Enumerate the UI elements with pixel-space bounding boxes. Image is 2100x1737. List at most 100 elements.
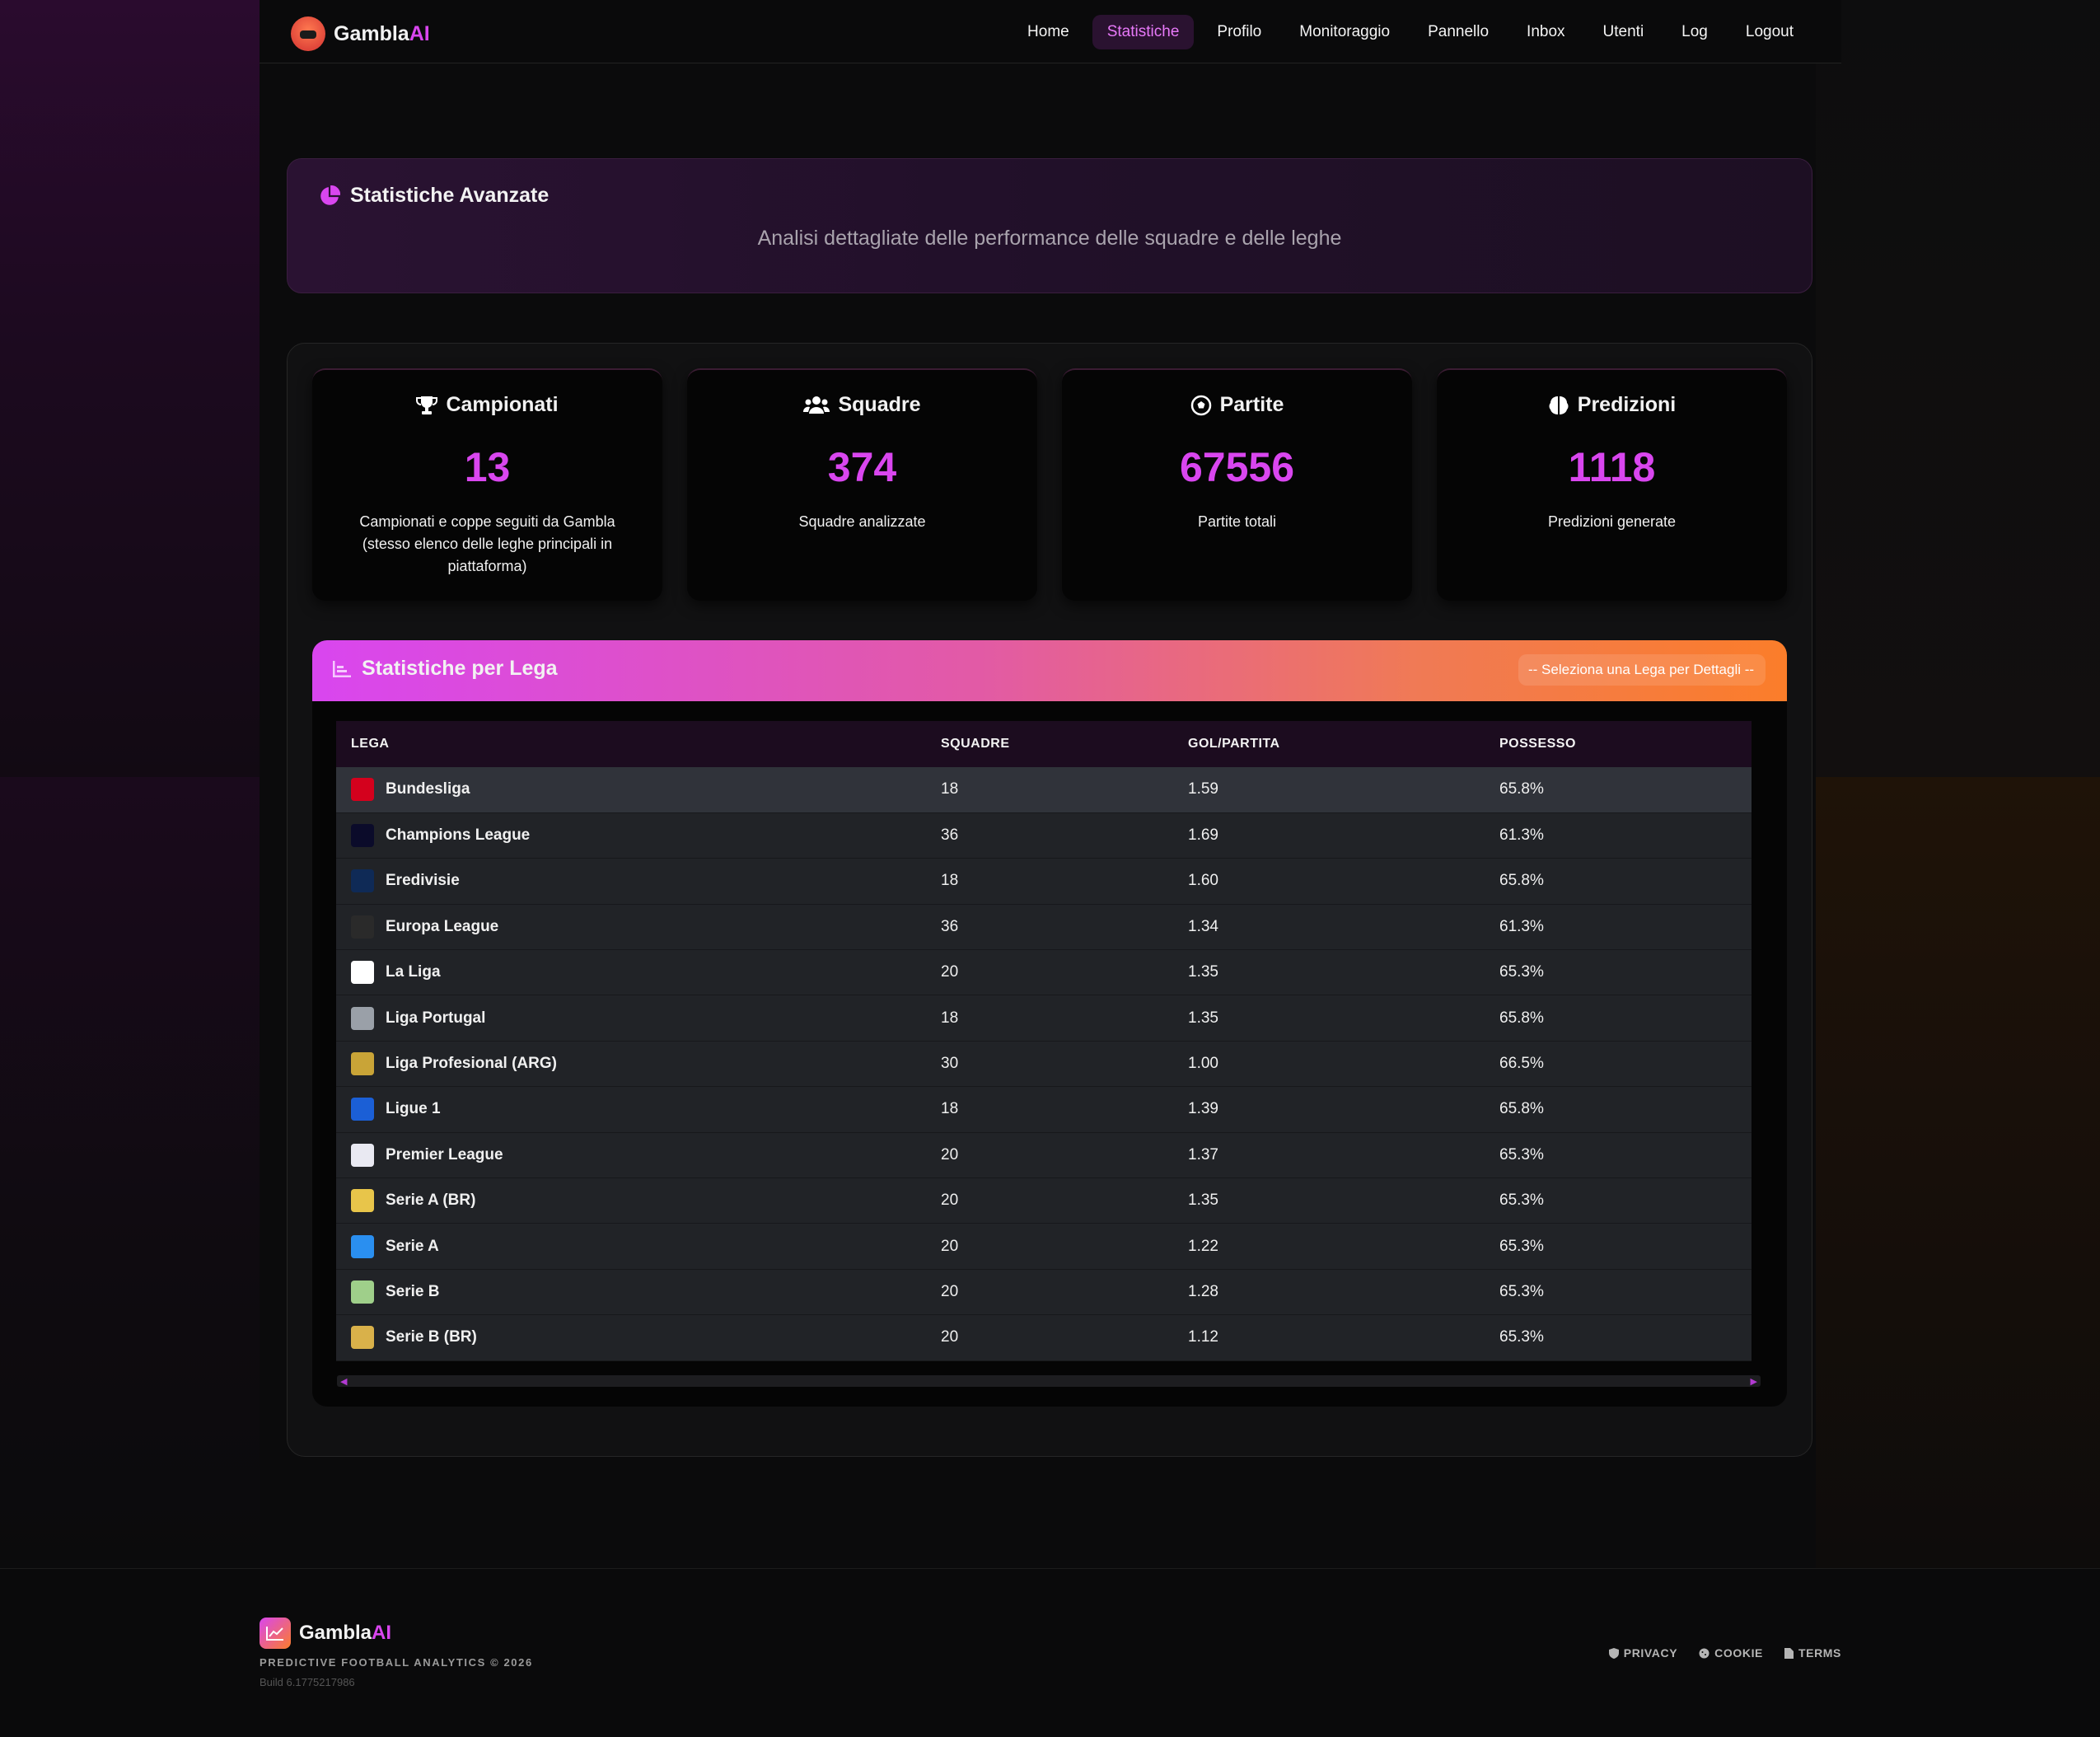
card-header: Campionati xyxy=(312,393,662,417)
column-header-squadre[interactable]: SQUADRE xyxy=(926,721,1173,767)
nav-link-profilo[interactable]: Profilo xyxy=(1202,15,1276,49)
cell-teams: 20 xyxy=(941,1145,959,1163)
card-value: 67556 xyxy=(1179,444,1295,490)
nav-links: Home Statistiche Profilo Monitoraggio Pa… xyxy=(1013,15,1808,49)
nav-link-statistiche[interactable]: Statistiche xyxy=(1092,15,1195,49)
card-header: Partite xyxy=(1062,393,1412,417)
league-select-dropdown[interactable]: -- Seleziona una Lega per Dettagli -- xyxy=(1518,654,1766,686)
league-logo-icon xyxy=(351,1234,374,1258)
cell-league: La Liga xyxy=(336,950,926,995)
cell-goals-per-match: 1.69 xyxy=(1188,826,1218,845)
footer-brand-logo[interactable]: GamblaAI xyxy=(260,1618,391,1649)
cell-league: Liga Profesional (ARG) xyxy=(336,1041,926,1086)
table-row[interactable]: Champions League 36 1.69 61.3% xyxy=(336,812,1752,859)
cookie-icon xyxy=(1699,1648,1709,1658)
cell-possession: 65.3% xyxy=(1499,963,1544,981)
cell-goals-per-match: 1.60 xyxy=(1188,872,1218,890)
cell-possession: 65.3% xyxy=(1499,1328,1544,1346)
table-row[interactable]: Serie B (BR) 20 1.12 65.3% xyxy=(336,1314,1752,1361)
hero-banner: Statistiche Avanzate Analisi dettagliate… xyxy=(287,158,1812,293)
table-row[interactable]: Liga Profesional (ARG) 30 1.00 66.5% xyxy=(336,1041,1752,1087)
table-row[interactable]: La Liga 20 1.35 65.3% xyxy=(336,949,1752,995)
league-logo-icon xyxy=(351,778,374,802)
league-logo-icon xyxy=(351,1006,374,1030)
background-glow-right xyxy=(1816,777,2100,1568)
league-name: Champions League xyxy=(386,826,531,845)
league-cell-content: Ligue 1 xyxy=(351,1098,926,1121)
league-cell-content: Serie A xyxy=(351,1234,926,1258)
league-name: Serie A xyxy=(386,1237,439,1255)
league-name: Serie B xyxy=(386,1282,440,1300)
nav-link-inbox[interactable]: Inbox xyxy=(1512,15,1579,49)
table-row[interactable]: Premier League 20 1.37 65.3% xyxy=(336,1132,1752,1178)
nav-link-monitoraggio[interactable]: Monitoraggio xyxy=(1284,15,1405,49)
background-glow-left-lower xyxy=(0,777,260,1568)
nav-link-pannello[interactable]: Pannello xyxy=(1413,15,1504,49)
footer-link-privacy[interactable]: PRIVACY xyxy=(1608,1646,1677,1660)
cell-league: Bundesliga xyxy=(336,767,926,812)
table-row[interactable]: Serie B 20 1.28 65.3% xyxy=(336,1269,1752,1315)
table-row[interactable]: Serie A (BR) 20 1.35 65.3% xyxy=(336,1178,1752,1224)
cell-teams: 20 xyxy=(941,1328,959,1346)
background-right-upper xyxy=(1816,0,2100,777)
league-name: Liga Portugal xyxy=(386,1009,486,1027)
cell-goals-per-match: 1.39 xyxy=(1188,1100,1218,1118)
cell-possession: 65.3% xyxy=(1499,1282,1544,1300)
table-row[interactable]: Serie A 20 1.22 65.3% xyxy=(336,1223,1752,1270)
hero-subtitle: Analisi dettagliate delle performance de… xyxy=(757,227,1342,250)
nav-link-home[interactable]: Home xyxy=(1013,15,1084,49)
table-row[interactable]: Ligue 1 18 1.39 65.8% xyxy=(336,1086,1752,1133)
league-cell-content: Liga Profesional (ARG) xyxy=(351,1052,926,1076)
table-row[interactable]: Bundesliga 18 1.59 65.8% xyxy=(336,767,1752,813)
card-value: 1118 xyxy=(1568,444,1656,490)
nav-link-log[interactable]: Log xyxy=(1667,15,1723,49)
document-icon xyxy=(1784,1647,1794,1659)
footer-link-label: TERMS xyxy=(1798,1646,1841,1660)
league-cell-content: Eredivisie xyxy=(351,869,926,893)
hero-title-text: Statistiche Avanzate xyxy=(350,184,550,207)
hero-title: Statistiche Avanzate xyxy=(319,184,549,208)
cell-teams: 20 xyxy=(941,1192,959,1210)
card-value: 374 xyxy=(827,444,897,490)
summary-cards: Campionati 13 Campionati e coppe seguiti… xyxy=(312,368,1787,601)
nav-link-utenti[interactable]: Utenti xyxy=(1588,15,1659,49)
card-title: Campionati xyxy=(446,393,559,416)
table-row[interactable]: Liga Portugal 18 1.35 65.8% xyxy=(336,995,1752,1042)
cell-league: Serie B xyxy=(336,1269,926,1314)
cell-goals-per-match: 1.59 xyxy=(1188,780,1218,798)
cell-goals-per-match: 1.35 xyxy=(1188,1192,1218,1210)
scroll-left-arrow-icon[interactable]: ◀ xyxy=(340,1376,347,1387)
league-logo-icon xyxy=(351,1143,374,1167)
scroll-right-arrow-icon[interactable]: ▶ xyxy=(1751,1376,1757,1387)
league-stats-title: Statistiche per Lega xyxy=(332,657,558,681)
column-header-gol-partita[interactable]: GOL/PARTITA xyxy=(1173,721,1485,767)
league-stats-title-text: Statistiche per Lega xyxy=(362,657,558,680)
horizontal-scrollbar[interactable]: ◀ ▶ xyxy=(337,1375,1761,1387)
cell-league: Champions League xyxy=(336,812,926,858)
cell-goals-per-match: 1.34 xyxy=(1188,917,1218,935)
cell-possession: 65.3% xyxy=(1499,1145,1544,1163)
footer-link-label: COOKIE xyxy=(1714,1646,1763,1660)
cell-teams: 20 xyxy=(941,963,959,981)
table-row[interactable]: Eredivisie 18 1.60 65.8% xyxy=(336,858,1752,905)
column-header-possesso[interactable]: POSSESSO xyxy=(1485,721,1752,767)
footer-link-terms[interactable]: TERMS xyxy=(1784,1646,1841,1660)
league-logo-icon xyxy=(351,869,374,893)
cell-possession: 65.3% xyxy=(1499,1237,1544,1255)
footer-brand-name: GamblaAI xyxy=(299,1622,392,1644)
card-header: Predizioni xyxy=(1437,393,1787,417)
card-description: Squadre analizzate xyxy=(798,513,926,530)
league-name: Bundesliga xyxy=(386,780,470,798)
column-header-lega[interactable]: LEGA xyxy=(336,721,926,767)
cell-possession: 65.8% xyxy=(1499,1009,1544,1027)
league-logo-icon xyxy=(351,1189,374,1213)
nav-link-logout[interactable]: Logout xyxy=(1731,15,1808,49)
table-row[interactable]: Europa League 36 1.34 61.3% xyxy=(336,904,1752,950)
cell-possession: 65.8% xyxy=(1499,872,1544,890)
league-logo-icon xyxy=(351,961,374,985)
cell-teams: 18 xyxy=(941,1100,959,1118)
footer-link-cookie[interactable]: COOKIE xyxy=(1699,1646,1763,1660)
league-cell-content: La Liga xyxy=(351,961,926,985)
brand-logo[interactable]: GamblaAI xyxy=(291,16,430,51)
league-cell-content: Bundesliga xyxy=(351,778,926,802)
